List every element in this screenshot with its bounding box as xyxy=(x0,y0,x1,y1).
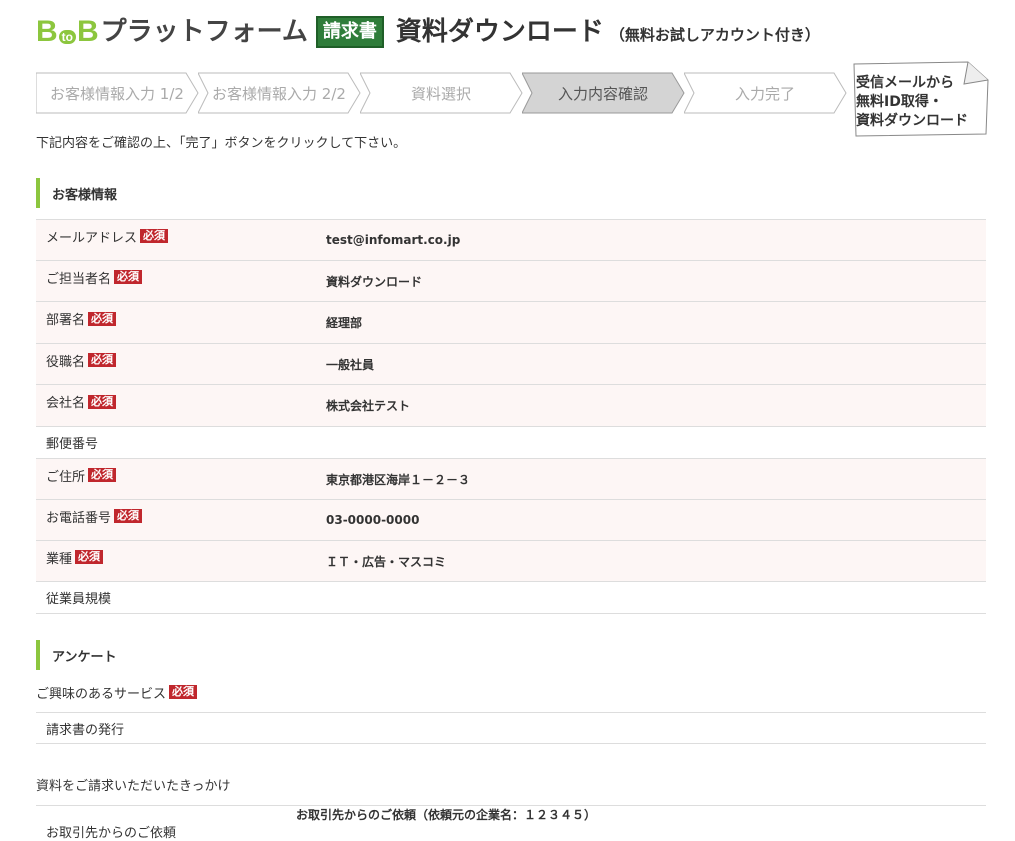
row-value: ＩＴ・広告・マスコミ xyxy=(326,554,447,569)
callout-text: 受信メールから 無料ID取得・ 資料ダウンロード xyxy=(856,75,968,129)
table-row: メールアドレス 必須 test@infomart.co.jp xyxy=(36,220,986,261)
logo-name: プラットフォーム xyxy=(100,17,308,47)
table-row: ご住所 必須 東京都港区海岸１－２－３ xyxy=(36,459,986,500)
row-label-text: 会社名 xyxy=(46,396,86,411)
row-value: 資料ダウンロード xyxy=(326,274,423,289)
row-label: 部署名 必須 xyxy=(36,309,326,328)
row-label-text: 郵便番号 xyxy=(46,437,99,452)
interest-label: ご興味のあるサービス 必須 xyxy=(36,682,198,702)
step-1: お客様情報入力 1/2 xyxy=(36,72,208,114)
row-value: 03-0000-0000 xyxy=(326,513,420,527)
section-heading-text: お客様情報 xyxy=(52,187,118,203)
table-row: 役職名 必須 一般社員 xyxy=(36,344,986,385)
row-label-text: メールアドレス xyxy=(46,230,138,246)
logo-to: to xyxy=(58,30,76,44)
trigger-value: お取引先からのご依頼（依頼元の企業名：１２３４５） xyxy=(296,808,597,822)
row-label: 郵便番号 xyxy=(36,433,326,452)
row-label: 会社名 必須 xyxy=(36,392,326,411)
row-label: 業種 必須 xyxy=(36,548,326,567)
invoice-badge: 請求書 xyxy=(315,16,384,48)
table-row: 業種 必須 ＩＴ・広告・マスコミ xyxy=(36,541,986,582)
progress-steps: お客様情報入力 1/2 お客様情報入力 2/2 資料選択 入力内容確認 入力完了 xyxy=(36,72,856,114)
trigger-label-text: 資料をご請求いただいたきっかけ xyxy=(36,778,231,794)
table-row: 郵便番号 xyxy=(36,427,986,459)
step-label: お客様情報入力 1/2 xyxy=(50,84,184,103)
trigger-label: 資料をご請求いただいたきっかけ xyxy=(36,774,230,794)
logo-b2: B xyxy=(77,15,99,48)
row-label-text: 役職名 xyxy=(46,354,86,370)
row-label-text: 業種 xyxy=(46,551,73,567)
required-badge: 必須 xyxy=(114,509,143,523)
table-row: ご担当者名 必須 資料ダウンロード xyxy=(36,261,986,302)
step-2: お客様情報入力 2/2 xyxy=(198,72,370,114)
required-badge: 必須 xyxy=(88,468,117,482)
required-badge: 必須 xyxy=(88,353,117,367)
step-3: 資料選択 xyxy=(360,72,532,114)
section-heading-survey: アンケート xyxy=(36,640,116,670)
step-label: 資料選択 xyxy=(410,84,471,103)
required-badge: 必須 xyxy=(114,270,143,284)
interest-value: 請求書の発行 xyxy=(46,722,125,738)
row-value: 東京都港区海岸１－２－３ xyxy=(326,472,471,487)
row-label: 従業員規模 xyxy=(36,588,326,607)
step-label: お客様情報入力 2/2 xyxy=(212,84,346,103)
row-label-text: ご住所 xyxy=(46,469,86,485)
row-label: メールアドレス 必須 xyxy=(36,227,326,246)
section-heading-text: アンケート xyxy=(52,649,117,665)
page-subtitle: （無料お試しアカウント付き） xyxy=(609,26,820,44)
table-row: 会社名 必須 株式会社テスト xyxy=(36,385,986,427)
row-label-text: 部署名 xyxy=(46,313,86,328)
step-4: 入力内容確認 xyxy=(522,72,694,114)
required-badge: 必須 xyxy=(169,685,198,699)
table-row: 従業員規模 xyxy=(36,582,986,614)
table-row: お電話番号 必須 03-0000-0000 xyxy=(36,500,986,541)
logo-b1: B xyxy=(36,15,58,48)
row-value: 一般社員 xyxy=(326,357,375,372)
interest-label-text: ご興味のあるサービス xyxy=(36,686,167,702)
row-label-text: 従業員規模 xyxy=(46,592,112,607)
row-label: お電話番号 必須 xyxy=(36,507,326,526)
section-heading-customer: お客様情報 xyxy=(36,178,117,208)
row-value: 株式会社テスト xyxy=(326,399,411,413)
row-label-text: ご担当者名 xyxy=(46,271,112,287)
required-badge: 必須 xyxy=(88,394,117,409)
required-badge: 必須 xyxy=(140,229,169,243)
btob-logo: B to B プラットフォーム xyxy=(36,15,308,48)
table-row: 部署名 必須 経理部 xyxy=(36,302,986,344)
customer-info-table: メールアドレス 必須 test@infomart.co.jp ご担当者名 必須 資料ダウン… xyxy=(36,219,986,614)
page-title: 資料ダウンロード xyxy=(395,17,604,47)
row-label-text: お電話番号 xyxy=(46,510,112,526)
callout-box: 受信メールから 無料ID取得・ 資料ダウンロード xyxy=(850,60,990,140)
step-5: 入力完了 xyxy=(684,72,856,114)
step-label: 入力完了 xyxy=(734,84,795,103)
row-label: 役職名 必須 xyxy=(36,351,326,370)
step-label: 入力内容確認 xyxy=(557,84,648,103)
required-badge: 必須 xyxy=(75,550,104,564)
instruction-text: 下記内容をご確認の上、「完了」ボタンをクリックして下さい。 xyxy=(36,136,407,151)
row-label: ご住所 必須 xyxy=(36,466,326,485)
page-header: B to B プラットフォーム 請求書 資料ダウンロード （無料お試しアカウント… xyxy=(36,14,820,50)
row-label: ご担当者名 必須 xyxy=(36,268,326,287)
required-badge: 必須 xyxy=(88,311,117,326)
interest-answer: 請求書の発行 xyxy=(36,712,986,744)
row-value: test@infomart.co.jp xyxy=(326,233,461,247)
row-value: 経理部 xyxy=(326,316,363,330)
